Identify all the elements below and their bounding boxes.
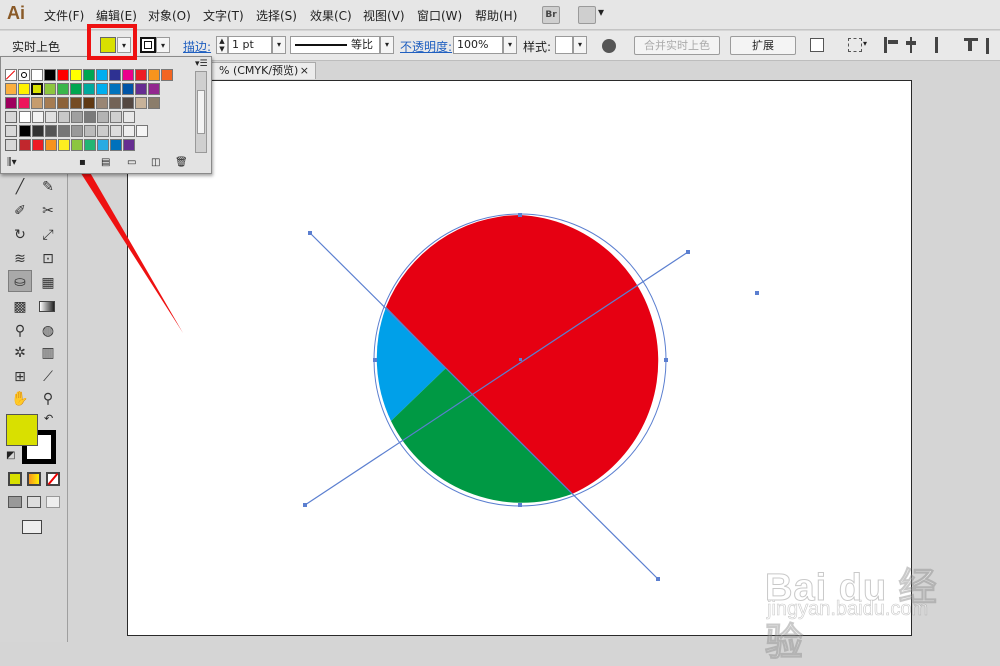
color-swatch[interactable]	[71, 139, 83, 151]
baidu-watermark: Bai du 经验 jingyan.baidu.com	[765, 556, 965, 665]
color-swatch[interactable]	[83, 97, 95, 109]
delete-swatch-icon[interactable]: 🗑	[175, 157, 188, 168]
color-swatch[interactable]	[135, 83, 147, 95]
color-swatch[interactable]	[148, 97, 160, 109]
anchor-point[interactable]	[686, 250, 690, 254]
color-swatch[interactable]	[84, 111, 96, 123]
color-swatch[interactable]	[32, 139, 44, 151]
color-swatch[interactable]	[123, 111, 135, 123]
color-swatch[interactable]	[44, 83, 56, 95]
color-swatch[interactable]	[57, 97, 69, 109]
color-swatch[interactable]	[109, 69, 121, 81]
color-swatch[interactable]	[19, 111, 31, 123]
anchor-point[interactable]	[755, 291, 759, 295]
color-swatch[interactable]	[136, 125, 148, 137]
anchor-point[interactable]	[303, 503, 307, 507]
anchor-point[interactable]	[656, 577, 660, 581]
color-swatch[interactable]	[110, 125, 122, 137]
fill-highlight-annotation	[87, 24, 137, 60]
color-swatch[interactable]	[148, 83, 160, 95]
color-swatch[interactable]	[96, 69, 108, 81]
color-swatch[interactable]	[32, 125, 44, 137]
color-swatch[interactable]	[122, 83, 134, 95]
color-swatch[interactable]	[32, 111, 44, 123]
color-swatch[interactable]	[5, 97, 17, 109]
color-swatch[interactable]	[5, 83, 17, 95]
anchor-point[interactable]	[664, 358, 668, 362]
color-group-folder-icon[interactable]	[5, 111, 17, 123]
color-swatch[interactable]	[31, 69, 43, 81]
color-group-folder-icon[interactable]	[5, 125, 17, 137]
color-swatch[interactable]	[122, 69, 134, 81]
color-swatch[interactable]	[123, 125, 135, 137]
color-swatch[interactable]	[161, 69, 173, 81]
color-swatch[interactable]	[84, 125, 96, 137]
color-swatch[interactable]	[122, 97, 134, 109]
color-swatch[interactable]	[18, 97, 30, 109]
color-swatch[interactable]	[96, 97, 108, 109]
none-swatch[interactable]	[5, 69, 17, 81]
color-swatch[interactable]	[71, 111, 83, 123]
swatch-scrollbar[interactable]	[195, 71, 207, 153]
color-swatch[interactable]	[70, 97, 82, 109]
panel-menu-icon[interactable]: ▾☰	[195, 59, 208, 69]
color-swatch[interactable]	[109, 83, 121, 95]
color-swatch[interactable]	[135, 97, 147, 109]
color-swatch[interactable]	[97, 125, 109, 137]
registration-swatch[interactable]	[18, 69, 30, 81]
anchor-point[interactable]	[373, 358, 377, 362]
color-swatch[interactable]	[19, 139, 31, 151]
color-swatch[interactable]	[18, 83, 30, 95]
color-swatch[interactable]	[71, 125, 83, 137]
color-swatch[interactable]	[19, 125, 31, 137]
color-swatch[interactable]	[123, 139, 135, 151]
color-swatch[interactable]	[70, 83, 82, 95]
new-swatch-icon[interactable]: ◫	[151, 157, 160, 168]
color-swatch[interactable]	[31, 97, 43, 109]
color-swatch[interactable]	[96, 83, 108, 95]
center-point[interactable]	[519, 358, 522, 361]
color-swatch[interactable]	[58, 125, 70, 137]
show-kinds-icon[interactable]: ▪	[79, 157, 86, 168]
color-swatch[interactable]	[83, 69, 95, 81]
new-color-group-icon[interactable]: ▭	[127, 157, 136, 168]
scrollbar-thumb[interactable]	[197, 90, 205, 134]
color-swatch[interactable]	[45, 125, 57, 137]
anchor-point[interactable]	[308, 231, 312, 235]
color-swatch[interactable]	[45, 139, 57, 151]
selected-swatch[interactable]	[31, 83, 43, 95]
color-swatch[interactable]	[58, 139, 70, 151]
color-swatch[interactable]	[44, 97, 56, 109]
swatch-grid	[5, 69, 193, 153]
color-swatch[interactable]	[70, 69, 82, 81]
color-swatch[interactable]	[57, 83, 69, 95]
color-swatch[interactable]	[110, 139, 122, 151]
color-swatch[interactable]	[148, 69, 160, 81]
color-swatch[interactable]	[57, 69, 69, 81]
color-swatch[interactable]	[109, 97, 121, 109]
color-swatch[interactable]	[84, 139, 96, 151]
color-swatch[interactable]	[135, 69, 147, 81]
color-swatch[interactable]	[58, 111, 70, 123]
color-swatch[interactable]	[97, 139, 109, 151]
anchor-point[interactable]	[518, 503, 522, 507]
color-swatch[interactable]	[97, 111, 109, 123]
watermark-url: jingyan.baidu.com	[767, 598, 929, 621]
swatches-popup[interactable]: ▾☰ ⫼▾ ▪ ▤ ▭ ◫ 🗑	[0, 56, 212, 174]
color-group-folder-icon[interactable]	[5, 139, 17, 151]
color-swatch[interactable]	[83, 83, 95, 95]
anchor-point[interactable]	[518, 213, 522, 217]
color-swatch[interactable]	[44, 69, 56, 81]
swatch-libraries-icon[interactable]: ⫼▾	[7, 157, 17, 168]
color-swatch[interactable]	[45, 111, 57, 123]
swatch-options-icon[interactable]: ▤	[101, 157, 110, 168]
color-swatch[interactable]	[110, 111, 122, 123]
